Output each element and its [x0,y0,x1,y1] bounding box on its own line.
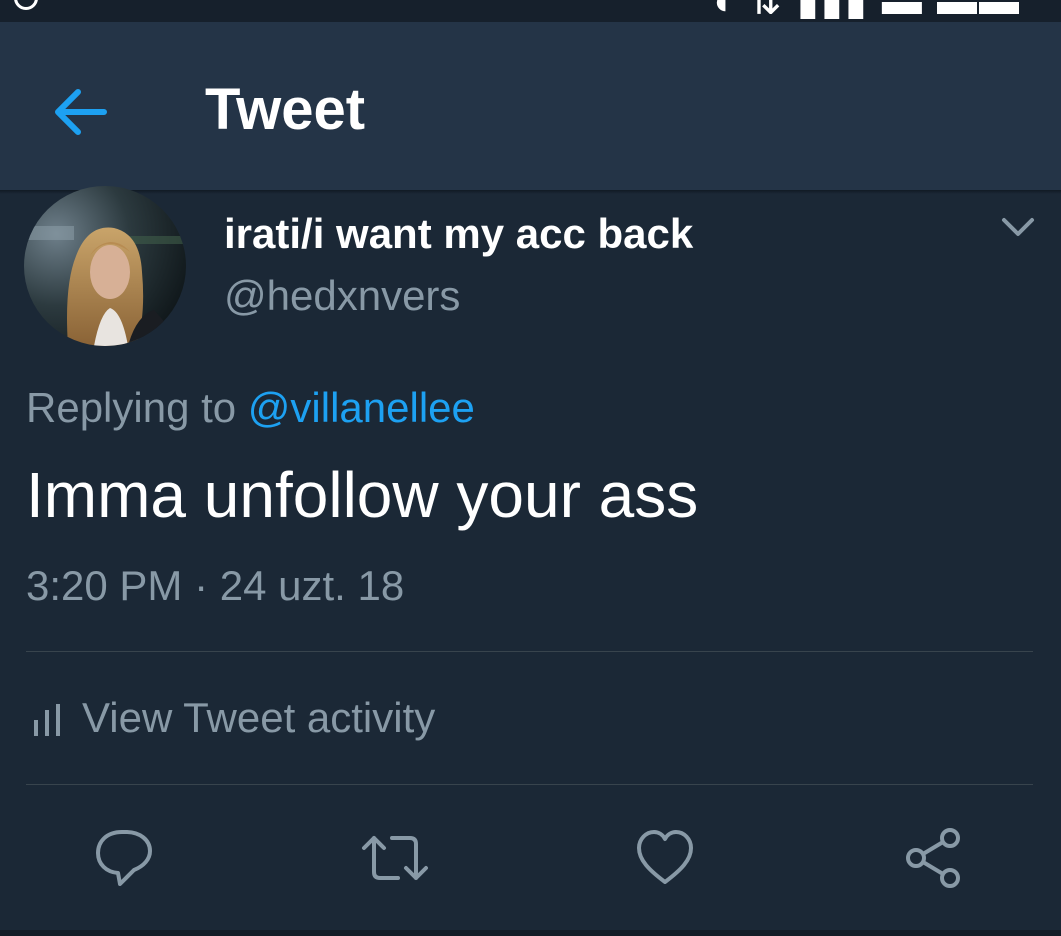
tweet-timestamp: 3:20 PM · 24 uzt. 18 [26,562,405,609]
app-bar-shadow [0,190,1061,194]
divider [26,784,1033,785]
bar-chart-icon [34,704,60,736]
like-icon [637,830,693,884]
share-icon [906,828,960,888]
mention-link[interactable]: @villanellee [248,384,475,431]
status-bar: ◖ ⇅ ▮▮▮ ▬ ▬▬ [0,0,1061,22]
divider [26,651,1033,652]
status-icons: ◖ ⇅ ▮▮▮ ▬ ▬▬ [708,0,1021,22]
bottom-edge [0,930,1061,936]
status-indicator-icon [14,0,38,10]
retweet-icon [362,836,428,880]
back-button[interactable] [48,80,112,144]
tweet-text: Imma unfollow your ass [26,459,699,531]
avatar-image [24,186,186,346]
tweet-options-button[interactable] [998,210,1038,246]
page-title: Tweet [205,77,366,142]
like-button[interactable] [633,826,697,890]
avatar[interactable] [24,186,186,346]
replying-to-line: Replying to @villanellee [26,384,475,432]
user-handle[interactable]: @hedxnvers [224,272,460,320]
replying-to-label: Replying to [26,384,237,431]
reply-icon [96,830,152,886]
app-bar: Tweet [0,22,1061,190]
display-name[interactable]: irati/i want my acc back [224,210,693,258]
retweet-button[interactable] [360,826,428,890]
view-tweet-activity-label: View Tweet activity [82,694,436,741]
arrow-left-icon [55,89,107,135]
share-button[interactable] [902,826,966,890]
reply-button[interactable] [92,826,156,890]
chevron-down-icon [1002,218,1034,236]
